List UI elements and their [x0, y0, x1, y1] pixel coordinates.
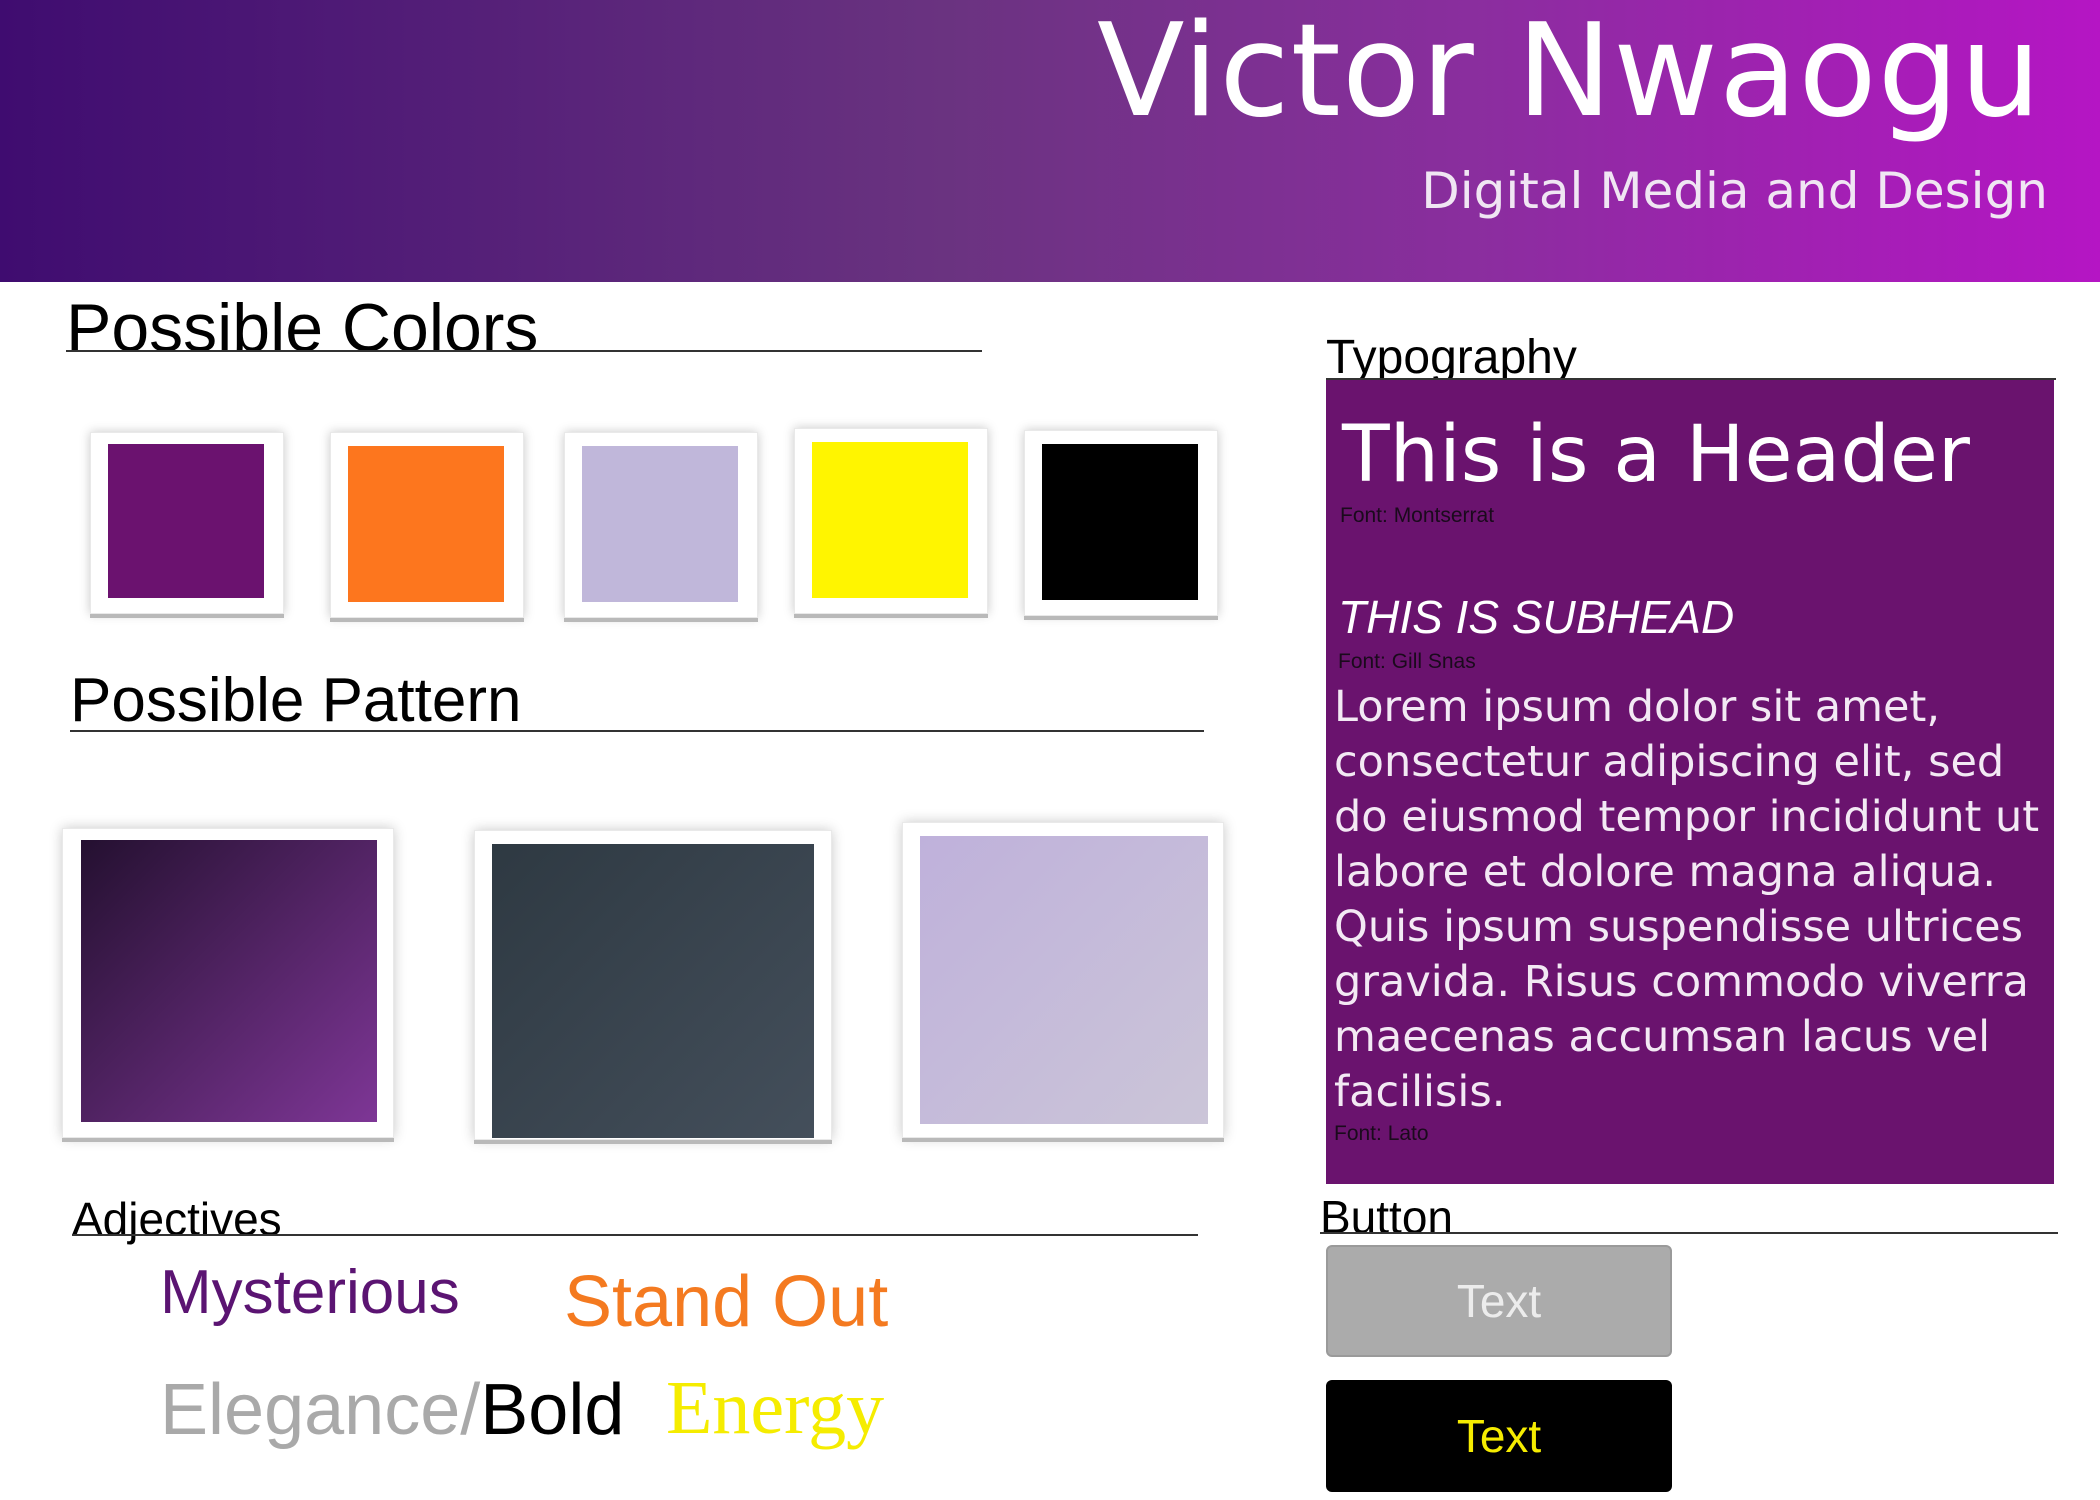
color-swatch	[582, 446, 738, 602]
adjectives-section-divider	[72, 1234, 1198, 1236]
colors-section-divider	[66, 350, 982, 352]
designer-name: Victor Nwaogu	[1096, 0, 2042, 146]
adjective-elegance: Elegance/	[160, 1370, 481, 1450]
color-swatch-frame	[564, 432, 758, 618]
header-banner: Victor Nwaogu Digital Media and Design	[0, 0, 2100, 282]
pattern-swatch-frame	[902, 822, 1224, 1138]
pattern-section-title: Possible Pattern	[70, 666, 522, 735]
color-swatch-frame	[330, 432, 524, 618]
designer-subtitle: Digital Media and Design	[1421, 162, 2048, 220]
sample-black-button[interactable]: Text	[1326, 1380, 1672, 1492]
color-swatch	[1042, 444, 1198, 600]
sample-black-button-label: Text	[1456, 1410, 1542, 1462]
typography-sample-panel: This is a Header Font: Montserrat THIS I…	[1326, 380, 2054, 1184]
typography-header-sample: This is a Header	[1342, 410, 1970, 500]
adjective-mysterious: Mysterious	[160, 1258, 460, 1327]
pattern-swatch	[81, 840, 377, 1122]
color-swatch-frame	[794, 428, 988, 614]
color-swatch-frame	[1024, 430, 1218, 616]
color-swatch	[812, 442, 968, 598]
color-swatch	[348, 446, 504, 602]
typography-body-sample: Lorem ipsum dolor sit amet, consectetur …	[1334, 682, 2040, 1117]
button-section-divider	[1320, 1232, 2058, 1234]
typography-subhead-sample: THIS IS SUBHEAD	[1338, 591, 1735, 643]
sample-gray-button-label: Text	[1456, 1275, 1542, 1327]
typography-section-title: Typography	[1326, 331, 1577, 384]
adjective-bold: Bold	[480, 1370, 625, 1450]
adjective-elegance-bold: Elegance/Bold	[160, 1374, 624, 1446]
subhead-font-note: Font: Gill Snas	[1338, 650, 1476, 673]
header-font-note: Font: Montserrat	[1340, 504, 1495, 527]
adjective-stand-out: Stand Out	[564, 1262, 889, 1342]
pattern-section-divider	[70, 730, 1204, 732]
sample-gray-button[interactable]: Text	[1326, 1245, 1672, 1357]
color-swatch	[108, 444, 264, 598]
pattern-swatch-frame	[474, 830, 832, 1140]
pattern-swatch	[920, 836, 1208, 1124]
pattern-swatch-frame	[62, 828, 394, 1138]
body-font-note: Font: Lato	[1334, 1122, 1429, 1145]
color-swatch-frame	[90, 432, 284, 614]
pattern-swatch	[492, 844, 814, 1138]
adjective-energy: Energy	[666, 1366, 885, 1450]
